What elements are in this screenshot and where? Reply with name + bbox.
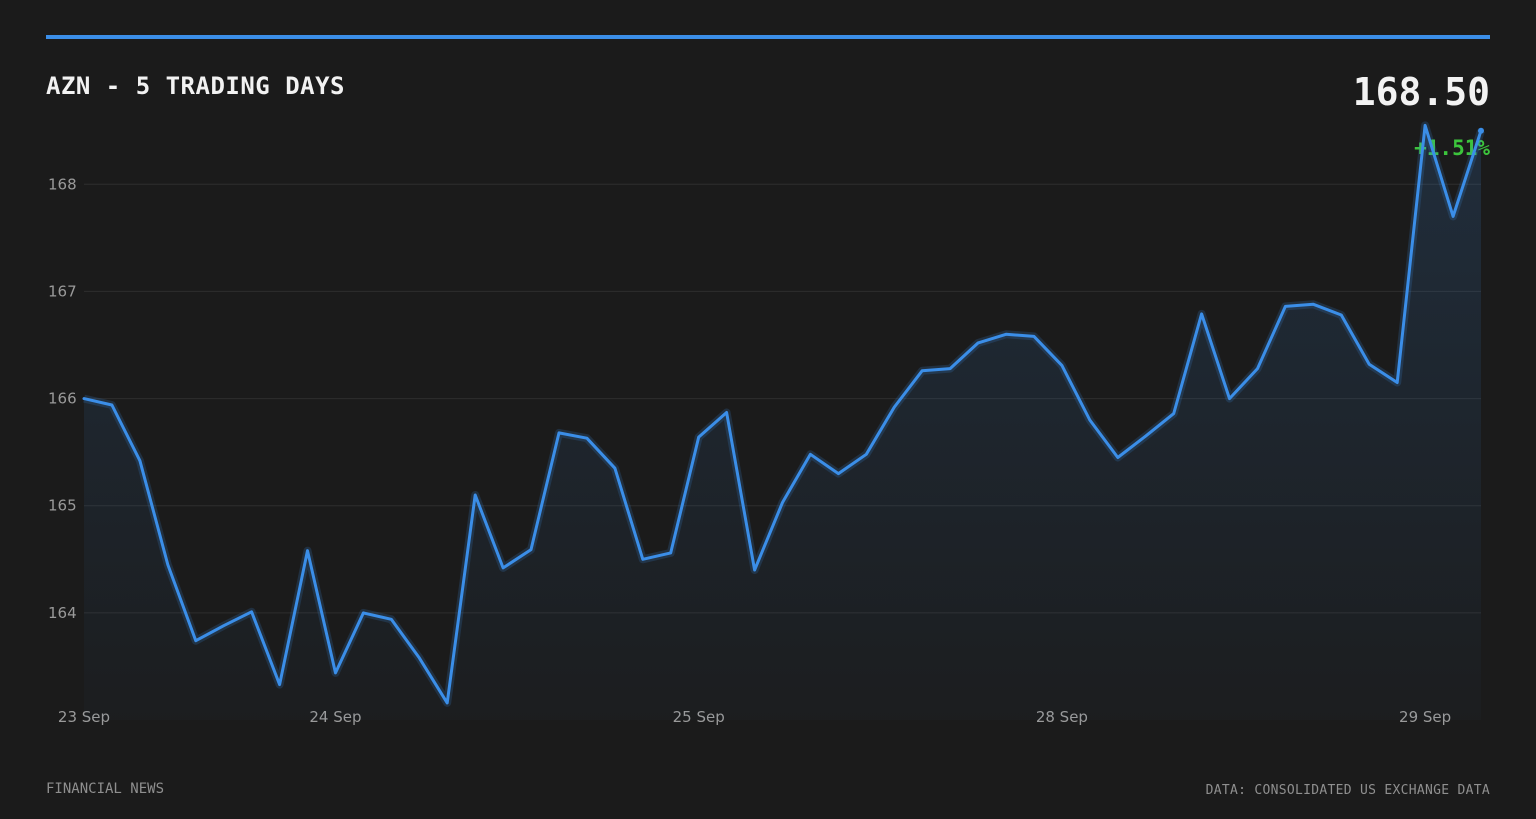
y-tick-label: 167	[48, 282, 77, 300]
y-axis-ticks: 164 165 166 167 168	[48, 175, 77, 622]
footer-source-right: DATA: CONSOLIDATED US EXCHANGE DATA	[1205, 783, 1490, 798]
footer-source-left: FINANCIAL NEWS	[46, 781, 165, 797]
y-tick-label: 166	[48, 390, 77, 408]
price-chart: 164165166167168 23 Sep24 Sep25 Sep28 Sep…	[48, 121, 1485, 726]
y-tick-label: 164	[48, 604, 77, 622]
price-points	[1478, 127, 1484, 134]
price-point	[1478, 127, 1484, 134]
y-tick-label: 165	[48, 497, 77, 515]
y-tick-label: 168	[48, 175, 77, 193]
